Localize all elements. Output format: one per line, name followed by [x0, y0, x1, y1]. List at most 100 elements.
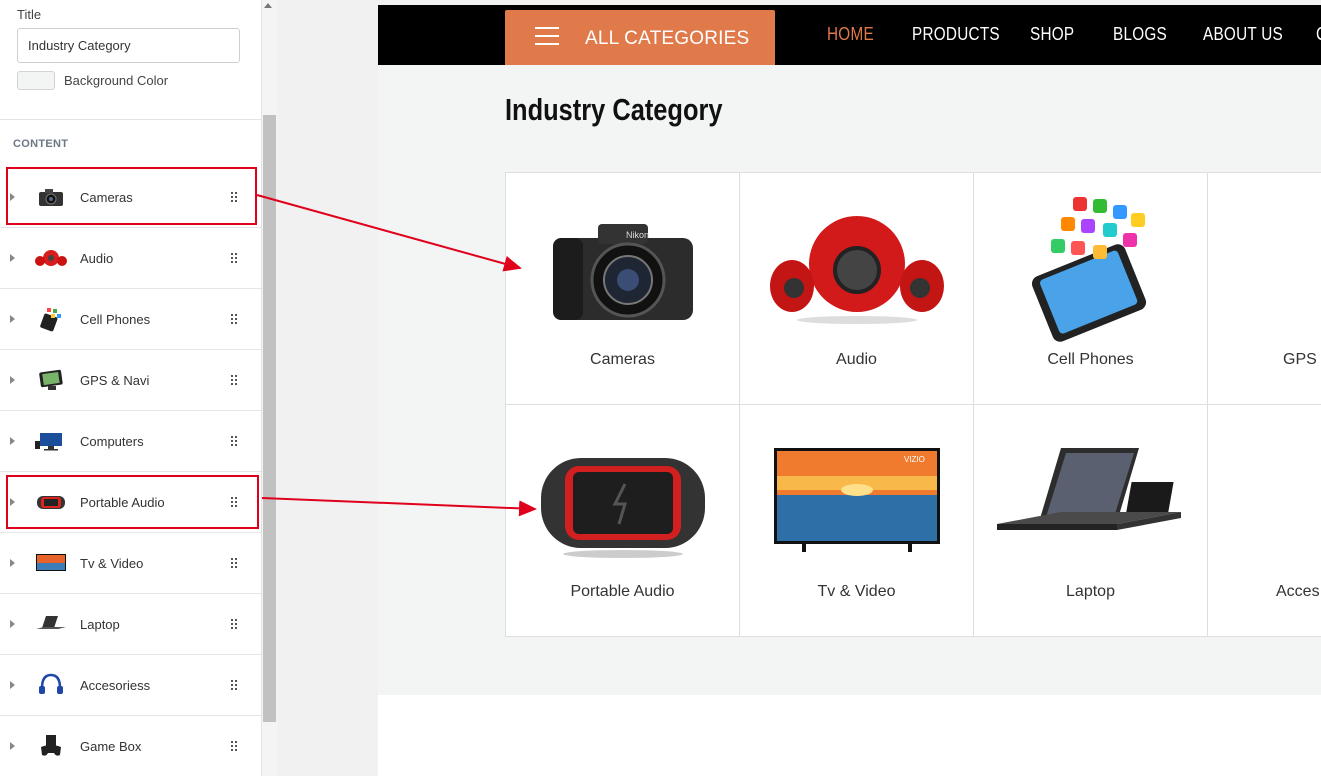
category-card-name: Cameras	[590, 351, 655, 368]
cell-phone-apps-image	[974, 193, 1207, 343]
svg-text:Nikon: Nikon	[626, 230, 649, 240]
title-label: Title	[17, 7, 42, 22]
drag-handle-icon[interactable]	[231, 253, 237, 263]
category-card-name: GPS &	[1283, 351, 1321, 368]
drag-handle-icon[interactable]	[231, 741, 237, 751]
audio-speakers-image	[740, 193, 973, 343]
drag-handle-icon[interactable]	[231, 619, 237, 629]
drag-handle-icon[interactable]	[231, 375, 237, 385]
nav-blogs[interactable]: BLOGS	[1113, 24, 1167, 45]
list-item-label: Cell Phones	[80, 311, 151, 327]
all-categories-label: ALL CATEGORIES	[585, 28, 750, 49]
section-heading: Industry Category	[505, 92, 723, 127]
expand-caret-icon[interactable]	[10, 376, 15, 384]
top-navigation: ALL CATEGORIES HOME PRODUCTS SHOP BLOGS …	[378, 5, 1321, 65]
audio-thumbnail-icon	[34, 246, 68, 270]
category-card-gps[interactable]: GPS &	[1207, 172, 1321, 405]
title-input[interactable]	[17, 28, 240, 63]
list-item-label: GPS & Navi	[80, 372, 150, 388]
svg-text:VIZIO: VIZIO	[904, 455, 925, 464]
nav-products[interactable]: PRODUCTS	[912, 24, 1000, 45]
list-item-label: Laptop	[80, 616, 120, 632]
list-item-laptop[interactable]: Laptop	[0, 594, 261, 655]
expand-caret-icon[interactable]	[10, 742, 15, 750]
editor-screen: Title Background Color CONTENT Cameras	[0, 0, 1321, 776]
list-item-accesoriess[interactable]: Accesoriess	[0, 655, 261, 716]
list-item-game-box[interactable]: Game Box	[0, 716, 261, 776]
category-card-portable-audio[interactable]: Portable Audio	[505, 404, 740, 637]
hamburger-menu-icon	[535, 27, 559, 45]
preview-page: ALL CATEGORIES HOME PRODUCTS SHOP BLOGS …	[378, 5, 1321, 776]
drag-handle-icon[interactable]	[231, 436, 237, 446]
expand-caret-icon[interactable]	[10, 315, 15, 323]
gps-device-image	[1208, 193, 1321, 343]
nav-shop[interactable]: SHOP	[1030, 24, 1074, 45]
list-item-label: Accesoriess	[80, 677, 151, 693]
scroll-up-arrow-icon[interactable]	[264, 3, 272, 8]
expand-caret-icon[interactable]	[10, 437, 15, 445]
expand-caret-icon[interactable]	[10, 559, 15, 567]
tv-thumbnail-icon	[34, 551, 68, 575]
drag-handle-icon[interactable]	[231, 558, 237, 568]
category-card-accessories[interactable]: Acces	[1207, 404, 1321, 637]
drag-handle-icon[interactable]	[231, 680, 237, 690]
category-card-name: Portable Audio	[570, 583, 675, 600]
scrollbar-thumb[interactable]	[263, 115, 276, 722]
category-card-audio[interactable]: Audio	[739, 172, 974, 405]
list-item-audio[interactable]: Audio	[0, 228, 261, 289]
category-card-name: Tv & Video	[817, 583, 896, 600]
camera-thumbnail-icon	[34, 185, 68, 209]
category-card-cameras[interactable]: Nikon Cameras	[505, 172, 740, 405]
drag-handle-icon[interactable]	[231, 497, 237, 507]
category-grid: Nikon Cameras Audio Cell Phones GPS Port…	[505, 172, 1321, 637]
camera-image: Nikon	[506, 193, 739, 343]
settings-panel: Title Background Color CONTENT Cameras	[0, 0, 262, 776]
background-color-row[interactable]: Background Color	[17, 71, 261, 90]
laptop-image	[974, 425, 1207, 575]
category-card-name: Audio	[836, 351, 877, 368]
laptop-thumbnail-icon	[34, 612, 68, 636]
panel-header-fields: Title Background Color	[0, 0, 261, 120]
list-item-cell-phones[interactable]: Cell Phones	[0, 289, 261, 350]
expand-caret-icon[interactable]	[10, 620, 15, 628]
industry-category-section: Industry Category Nikon Cameras Audio Ce…	[378, 65, 1321, 695]
category-card-name: Laptop	[1066, 583, 1115, 600]
list-item-label: Computers	[80, 433, 144, 449]
list-item-label: Tv & Video	[80, 555, 144, 571]
portable-speaker-image	[506, 425, 739, 575]
category-card-cell-phones[interactable]: Cell Phones	[973, 172, 1208, 405]
list-item-label: Portable Audio	[80, 494, 165, 510]
list-item-gps-navi[interactable]: GPS & Navi	[0, 350, 261, 411]
expand-caret-icon[interactable]	[10, 254, 15, 262]
list-item-portable-audio[interactable]: Portable Audio	[0, 472, 261, 533]
list-item-tv-video[interactable]: Tv & Video	[0, 533, 261, 594]
gamepad-thumbnail-icon	[34, 734, 68, 758]
expand-caret-icon[interactable]	[10, 681, 15, 689]
list-item-label: Cameras	[80, 189, 133, 205]
content-list: Cameras Audio Cell Phones GPS & Navi Com…	[0, 167, 261, 776]
expand-caret-icon[interactable]	[10, 498, 15, 506]
background-color-swatch[interactable]	[17, 71, 55, 90]
content-section-label: CONTENT	[13, 138, 69, 150]
category-card-name: Acces	[1276, 583, 1320, 600]
list-item-label: Game Box	[80, 738, 142, 754]
drag-handle-icon[interactable]	[231, 192, 237, 202]
nav-item-overflow[interactable]: C	[1316, 24, 1321, 45]
nav-home[interactable]: HOME	[827, 24, 874, 45]
all-categories-button[interactable]: ALL CATEGORIES	[505, 10, 775, 65]
drag-handle-icon[interactable]	[231, 314, 237, 324]
cell-phone-thumbnail-icon	[34, 307, 68, 332]
list-item-computers[interactable]: Computers	[0, 411, 261, 472]
headphones-thumbnail-icon	[34, 673, 68, 697]
background-color-label: Background Color	[64, 73, 169, 88]
nav-about-us[interactable]: ABOUT US	[1203, 24, 1283, 45]
category-card-laptop[interactable]: Laptop	[973, 404, 1208, 637]
list-item-cameras[interactable]: Cameras	[0, 167, 261, 228]
computer-thumbnail-icon	[34, 429, 68, 453]
tv-image: VIZIO	[740, 425, 973, 575]
headphones-image	[1208, 425, 1321, 575]
list-item-label: Audio	[80, 250, 114, 266]
category-card-name: Cell Phones	[1047, 351, 1134, 368]
expand-caret-icon[interactable]	[10, 193, 15, 201]
category-card-tv-video[interactable]: VIZIO Tv & Video	[739, 404, 974, 637]
